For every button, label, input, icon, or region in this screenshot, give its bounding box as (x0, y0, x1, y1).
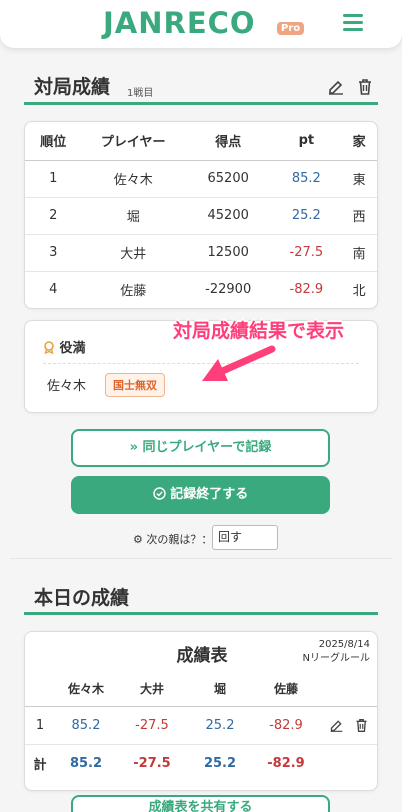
results-table: 順位 プレイヤー 得点 pt 家 1 佐々木 65200 85.2 東 2 堀 … (25, 122, 377, 308)
game-number: 1戦目 (127, 88, 154, 99)
col-score: 得点 (184, 122, 272, 161)
hamburger-menu-icon[interactable] (343, 14, 363, 32)
score-table-meta: 2025/8/14 Nリーグルール (303, 638, 370, 666)
yakuman-player: 佐々木 (47, 379, 87, 394)
col-rank: 順位 (25, 122, 82, 161)
today-title-underline (24, 612, 378, 615)
yakuman-heading: 役満 (43, 337, 86, 356)
pt-cell: 85.2 (271, 160, 342, 198)
game-no-cell: 1 (25, 706, 55, 745)
score-table-date: 2025/8/14 (318, 639, 370, 650)
pt-cell: -27.5 (271, 234, 342, 272)
pt-cell: -82.9 (289, 282, 324, 298)
award-icon (44, 341, 54, 355)
today-title: 本日の成績 (34, 587, 130, 609)
score-table-rule: Nリーグルール (302, 653, 370, 664)
score-cell: 85.2 (55, 706, 117, 745)
player-cell: 佐々木 (81, 160, 185, 198)
share-score-table-label: 成績表を共有する (148, 800, 253, 812)
finish-recording-button[interactable]: 記録終了する (71, 476, 330, 514)
total-cell: 85.2 (69, 755, 103, 771)
col-pt: pt (271, 122, 342, 161)
player-header: 大井 (117, 672, 187, 707)
score-cell: -82.9 (253, 706, 319, 745)
total-cell: -82.9 (267, 755, 305, 771)
score-cell: 65200 (184, 160, 272, 198)
record-same-players-label: 同じプレイヤーで記録 (142, 440, 272, 455)
score-cell: 12500 (184, 234, 272, 272)
rank-cell: 3 (25, 234, 82, 272)
table-row: 4 佐藤 -22900 -82.9 北 (25, 271, 377, 308)
edit-icon[interactable] (327, 78, 345, 96)
total-row: 計 85.2 -27.5 25.2 -82.9 (25, 744, 377, 782)
section-divider (10, 558, 392, 559)
yakuman-heading-label: 役満 (59, 341, 86, 356)
check-circle-icon (153, 487, 166, 500)
trash-icon[interactable] (356, 78, 374, 96)
player-header: 佐藤 (253, 672, 319, 707)
seat-cell: 北 (352, 284, 366, 300)
score-cell: -22900 (205, 282, 252, 298)
player-header: 堀 (187, 672, 253, 707)
results-table-card: 順位 プレイヤー 得点 pt 家 1 佐々木 65200 85.2 東 2 堀 … (24, 121, 378, 309)
actions-header (319, 672, 377, 707)
next-dealer-select[interactable]: 回す (212, 525, 278, 550)
table-row: 1 85.2 -27.5 25.2 -82.9 (25, 706, 377, 745)
player-cell: 大井 (81, 234, 185, 272)
next-dealer-label: ⚙ 次の親は？： (133, 531, 212, 547)
player-cell: 堀 (81, 197, 185, 235)
total-label: 計 (33, 757, 47, 773)
col-player: プレイヤー (81, 122, 185, 161)
double-chevron-right-icon: » (129, 440, 139, 455)
score-table: 佐々木 大井 堀 佐藤 1 85.2 -27.5 25.2 -82.9 計 85… (25, 672, 377, 782)
finish-recording-label: 記録終了する (170, 487, 249, 502)
app-header: JANRECO Pro (0, 0, 402, 48)
seat-cell: 南 (341, 234, 377, 272)
score-cell: -27.5 (117, 706, 187, 745)
annotation-text: 対局成績結果で表示 (173, 320, 345, 342)
gear-icon: ⚙ (133, 533, 143, 546)
yakuman-badge: 国士無双 (105, 373, 165, 397)
results-title: 対局成績 (34, 76, 111, 98)
edit-icon[interactable] (329, 718, 344, 733)
score-cell: 45200 (184, 197, 272, 235)
pt-cell: 25.2 (271, 197, 342, 235)
col-seat: 家 (341, 122, 377, 161)
table-row: 2 堀 45200 25.2 西 (25, 197, 377, 235)
record-same-players-button[interactable]: » 同じプレイヤーで記録 (71, 429, 330, 467)
rank-cell: 1 (25, 160, 82, 198)
game-no-header (25, 672, 55, 707)
results-title-underline (24, 102, 378, 105)
pro-badge: Pro (277, 22, 305, 35)
app-logo: JANRECO (103, 6, 256, 40)
table-row: 1 佐々木 65200 85.2 東 (25, 160, 377, 198)
rank-cell: 2 (25, 197, 82, 235)
player-header: 佐々木 (55, 672, 117, 707)
player-cell: 佐藤 (120, 284, 147, 300)
total-cell: -27.5 (133, 755, 171, 771)
next-dealer-text: 次の親は？： (146, 533, 213, 546)
today-score-card: 成績表 2025/8/14 Nリーグルール 佐々木 大井 堀 佐藤 1 85.2… (24, 631, 378, 791)
share-score-table-button[interactable]: 成績表を共有する (71, 795, 330, 812)
score-cell: 25.2 (187, 706, 253, 745)
total-cell: 25.2 (203, 755, 237, 771)
seat-cell: 東 (341, 160, 377, 198)
table-row: 3 大井 12500 -27.5 南 (25, 234, 377, 272)
trash-icon[interactable] (354, 718, 369, 733)
rank-cell: 4 (49, 282, 58, 298)
row-actions (319, 706, 377, 745)
seat-cell: 西 (341, 197, 377, 235)
annotation-arrow-icon (202, 345, 276, 381)
